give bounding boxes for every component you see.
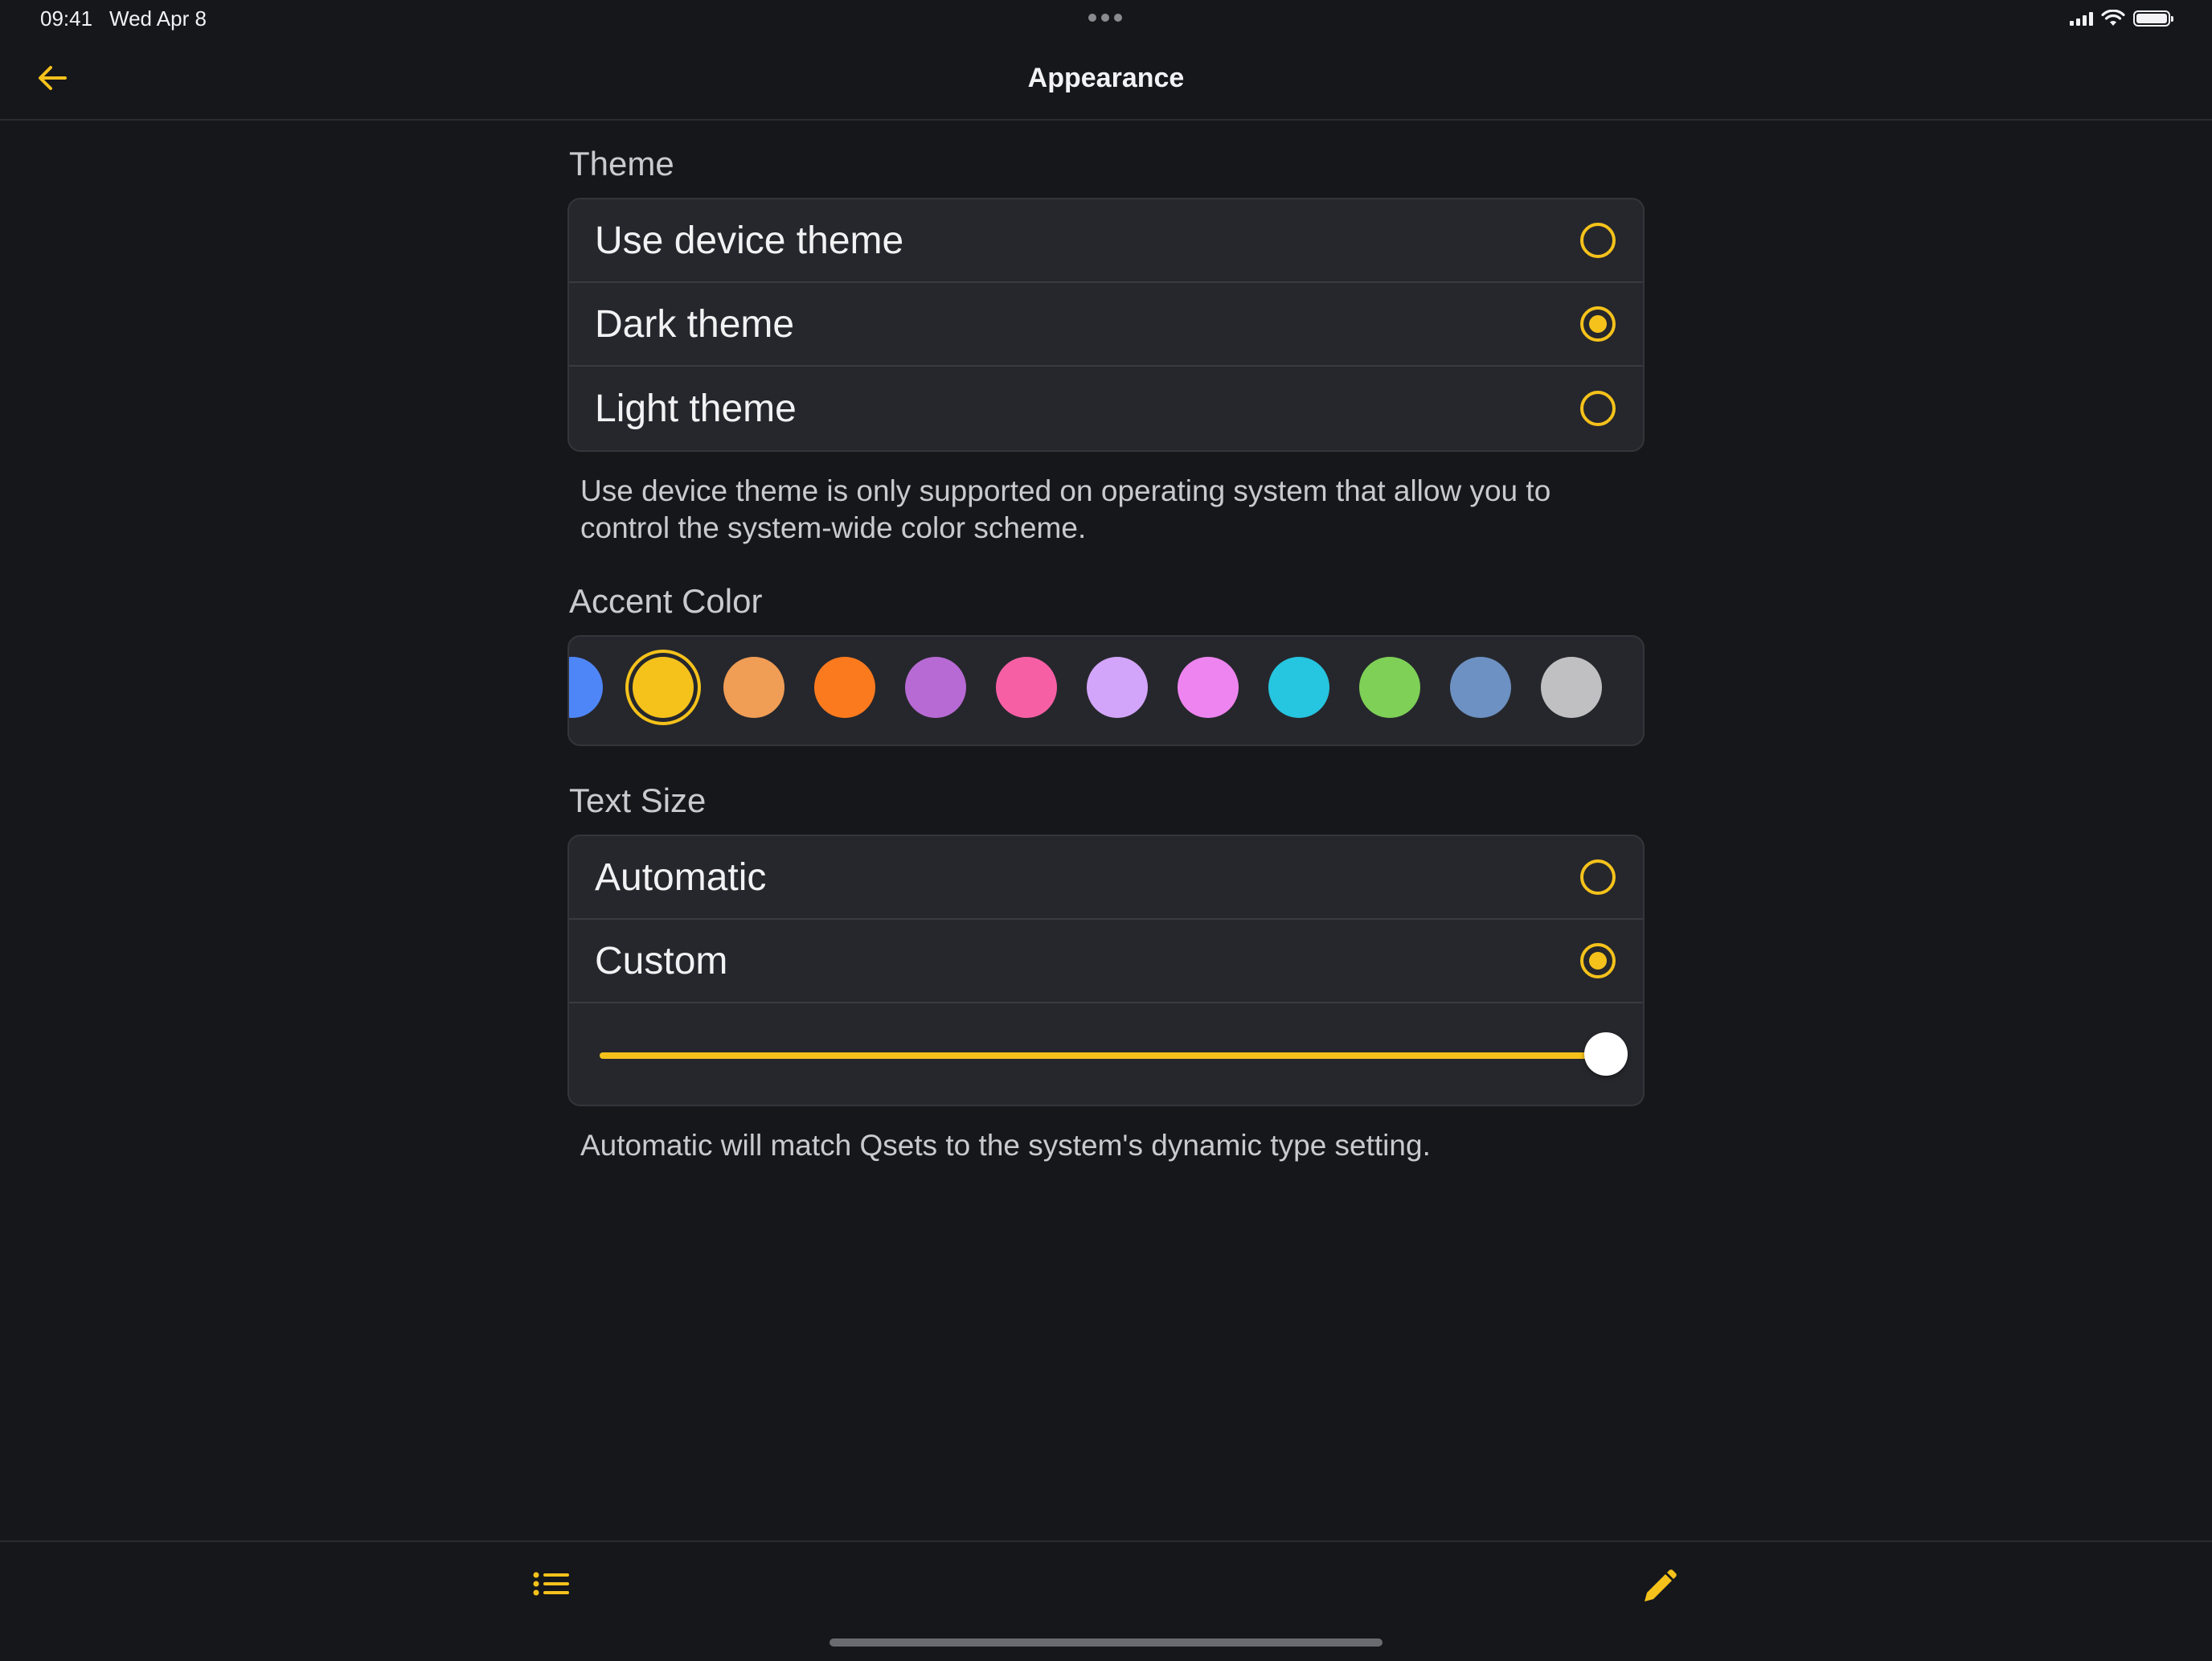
page-title: Appearance [1027, 63, 1185, 93]
accent-swatch[interactable] [1268, 657, 1329, 718]
text-size-option-automatic[interactable]: Automatic [569, 836, 1643, 920]
list-button[interactable] [526, 1561, 577, 1613]
accent-swatch[interactable] [569, 657, 603, 718]
text-size-slider-row [569, 1003, 1643, 1105]
battery-icon [2133, 10, 2173, 27]
accent-swatch[interactable] [1087, 657, 1148, 718]
option-label: Light theme [595, 387, 797, 430]
accent-swatch[interactable] [1178, 657, 1239, 718]
theme-option-dark[interactable]: Dark theme [569, 283, 1643, 367]
settings-content: Theme Use device theme Dark theme Light … [567, 145, 1645, 1164]
text-size-option-custom[interactable]: Custom [569, 920, 1643, 1003]
option-label: Custom [595, 939, 728, 982]
text-size-options: Automatic Custom [567, 835, 1645, 1106]
status-bar: 09:41 Wed Apr 8 [0, 0, 2212, 39]
nav-bar: Appearance [0, 39, 2212, 121]
radio-unselected[interactable] [1580, 223, 1616, 258]
text-size-section: Text Size Automatic Custom Automatic wil… [567, 781, 1645, 1164]
accent-swatch[interactable] [996, 657, 1057, 718]
option-label: Automatic [595, 855, 767, 899]
accent-section: Accent Color [567, 582, 1645, 746]
accent-section-title: Accent Color [569, 582, 763, 620]
text-size-slider-track[interactable] [600, 1052, 1612, 1059]
radio-unselected[interactable] [1580, 859, 1616, 895]
list-icon [533, 1572, 569, 1596]
pencil-icon [1645, 1569, 1677, 1602]
text-size-section-title: Text Size [569, 781, 707, 819]
option-label: Dark theme [595, 302, 795, 346]
accent-swatch[interactable] [1450, 657, 1511, 718]
signal-icon [2070, 11, 2093, 26]
slider-thumb[interactable] [1584, 1032, 1628, 1076]
theme-option-device[interactable]: Use device theme [569, 199, 1643, 283]
accent-swatch[interactable] [633, 657, 694, 718]
theme-section-title: Theme [569, 145, 674, 183]
multitasking-dots-icon[interactable] [1088, 14, 1122, 22]
accent-color-picker[interactable] [567, 635, 1645, 746]
theme-options: Use device theme Dark theme Light theme [567, 198, 1645, 452]
accent-swatch[interactable] [1359, 657, 1420, 718]
text-size-footnote: Automatic will match Qsets to the system… [580, 1129, 1431, 1162]
accent-swatch[interactable] [905, 657, 966, 718]
status-time: 09:41 [40, 6, 93, 31]
status-date: Wed Apr 8 [109, 6, 207, 31]
theme-section: Theme Use device theme Dark theme Light … [567, 145, 1645, 547]
radio-selected[interactable] [1580, 306, 1616, 342]
slider-fill [600, 1052, 1612, 1059]
home-indicator [830, 1638, 1382, 1647]
accent-swatch[interactable] [1541, 657, 1602, 718]
accent-swatch[interactable] [814, 657, 875, 718]
theme-option-light[interactable]: Light theme [569, 367, 1643, 450]
theme-footnote: Use device theme is only supported on op… [580, 474, 1551, 544]
edit-button[interactable] [1633, 1561, 1685, 1613]
option-label: Use device theme [595, 219, 904, 262]
radio-selected[interactable] [1580, 943, 1616, 978]
radio-unselected[interactable] [1580, 391, 1616, 426]
accent-swatch[interactable] [723, 657, 784, 718]
wifi-icon [2101, 10, 2125, 26]
status-icons [2070, 10, 2173, 27]
